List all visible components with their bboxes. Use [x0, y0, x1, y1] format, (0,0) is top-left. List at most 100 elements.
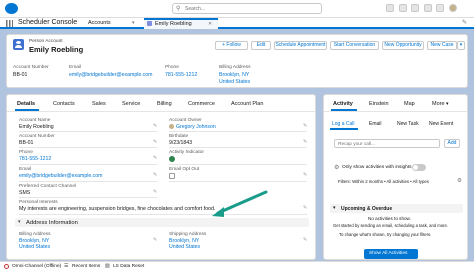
field-divider — [169, 131, 307, 132]
nav-tab-accounts[interactable]: Accounts — [88, 20, 111, 26]
upcoming-label: Upcoming & Overdue — [341, 205, 393, 212]
subtab-log-a-call[interactable]: Log a Call — [332, 121, 355, 127]
insights-toggle[interactable] — [412, 164, 426, 171]
highlight-account-number-label: Account Number — [13, 65, 49, 70]
chevron-down-icon: ▾ — [333, 205, 336, 211]
ls-data-reset-item[interactable]: LS Data Reset — [113, 264, 144, 269]
start-conversation-button[interactable]: Start Conversation — [330, 41, 379, 50]
edit-pencil-icon[interactable]: ✎ — [153, 238, 158, 243]
phone-label: Phone — [19, 150, 33, 155]
field-divider — [169, 147, 307, 148]
ls-data-reset-icon: ▧ — [105, 263, 110, 269]
tab-billing[interactable]: Billing — [157, 101, 172, 107]
edit-pencil-icon[interactable]: ✎ — [153, 190, 158, 195]
filter-gear-icon[interactable]: ⚙ — [457, 178, 462, 184]
edit-pencil-icon[interactable]: ✎ — [153, 156, 158, 161]
edit-pencil-icon[interactable]: ✎ — [303, 173, 308, 178]
edit-button[interactable]: Edit — [251, 41, 271, 50]
birthdate-label: Birthdate — [169, 134, 189, 139]
notifications-bell-icon[interactable] — [436, 4, 445, 12]
global-search-input[interactable]: ⚲ Search... — [172, 3, 322, 14]
pencil-icon[interactable]: ✎ — [462, 19, 467, 26]
settings-gear-icon[interactable]: ⚙ — [334, 164, 339, 171]
tab-sales[interactable]: Sales — [92, 101, 106, 107]
close-tab-icon[interactable]: ✕ — [208, 21, 212, 27]
account-name-label: Account Name — [19, 118, 51, 123]
shipping-address-line2[interactable]: United States — [169, 244, 200, 250]
field-divider — [19, 147, 157, 148]
app-launcher-icon[interactable] — [6, 20, 13, 27]
app-name: Scheduler Console — [18, 19, 78, 26]
show-all-activities-button[interactable]: Show All Activities — [364, 249, 418, 259]
highlight-email-link[interactable]: emily@bridgebuilder@example.com — [69, 72, 152, 78]
highlight-billing-line1[interactable]: Brooklyn, NY — [219, 72, 249, 78]
subtab-email[interactable]: Email — [369, 121, 382, 127]
follow-button[interactable]: + Follow — [215, 41, 248, 50]
schedule-appointment-button[interactable]: Schedule Appointment — [274, 41, 327, 50]
omni-channel-item[interactable]: Omni-Channel (Offline) — [12, 264, 61, 269]
tab-commerce[interactable]: Commerce — [188, 101, 215, 107]
field-divider — [19, 164, 157, 165]
new-opportunity-button[interactable]: New Opportunity — [382, 41, 424, 50]
recap-call-input[interactable]: Recap your call... — [334, 139, 440, 148]
field-divider — [169, 181, 307, 182]
recent-items-icon: ☰ — [64, 263, 69, 269]
tab-divider — [324, 111, 467, 112]
favorites-icon[interactable] — [386, 4, 394, 12]
tab-details[interactable]: Details — [17, 101, 35, 107]
utility-bar: Omni-Channel (Offline) ☰ Recent Items ▧ … — [0, 261, 474, 271]
tab-service[interactable]: Service — [122, 101, 140, 107]
insights-toggle-label: Only show activities with insights — [342, 165, 412, 170]
help-icon[interactable] — [411, 4, 420, 12]
nav-tab-emily-roebling[interactable]: Emily Roebling ✕ — [144, 18, 218, 29]
account-number-value: BB-01 — [19, 140, 34, 146]
account-owner-label: Account Owner — [169, 118, 202, 123]
edit-pencil-icon[interactable]: ✎ — [303, 140, 308, 145]
highlight-billing-line2[interactable]: United States — [219, 79, 250, 85]
tab-more[interactable]: More — [432, 101, 445, 107]
birthdate-value: 9/23/1843 — [169, 140, 193, 146]
add-button[interactable]: Add — [444, 139, 460, 148]
record-title: Emily Roebling — [29, 45, 84, 54]
add-icon[interactable] — [398, 4, 407, 12]
edit-pencil-icon[interactable]: ✎ — [303, 238, 308, 243]
subtab-new-event[interactable]: New Event — [429, 121, 453, 127]
recent-items-item[interactable]: Recent Items — [72, 264, 100, 269]
email-link[interactable]: emily@bridgebuilder@example.com — [19, 173, 102, 179]
email-opt-out-checkbox[interactable] — [169, 173, 175, 179]
edit-pencil-icon[interactable]: ✎ — [153, 140, 158, 145]
highlight-billing-label: Billing Address — [219, 65, 251, 70]
show-all-label: Show All Activities — [369, 251, 408, 256]
tab-contacts[interactable]: Contacts — [53, 101, 75, 107]
edit-pencil-icon[interactable]: ✎ — [303, 124, 308, 129]
new-case-button[interactable]: New Case — [427, 41, 457, 50]
user-avatar-icon[interactable] — [448, 4, 457, 12]
phone-link[interactable]: 781-555-1212 — [19, 156, 51, 162]
upcoming-section-header[interactable]: ▾ Upcoming & Overdue — [330, 204, 463, 213]
details-card: Details Contacts Sales Service Billing C… — [6, 94, 316, 260]
tab-account-plan[interactable]: Account Plan — [231, 101, 263, 107]
chevron-down-icon[interactable]: ▾ — [132, 20, 135, 26]
nav-tab-label: Emily Roebling — [155, 21, 192, 27]
setup-gear-icon[interactable] — [423, 4, 432, 12]
edit-pencil-icon[interactable]: ✎ — [153, 124, 158, 129]
chevron-down-icon[interactable]: ▾ — [446, 101, 449, 107]
highlight-phone-label: Phone — [165, 65, 179, 70]
account-owner-link[interactable]: Gregory Johnson — [176, 124, 216, 130]
more-actions-chevron-icon[interactable]: ▾ — [457, 41, 465, 50]
highlight-phone-link[interactable]: 781-555-1212 — [165, 72, 197, 78]
billing-address-line2[interactable]: United States — [19, 244, 50, 250]
no-activities-text: No activities to show. — [368, 216, 411, 221]
email-opt-out-label: Email Opt Out — [169, 167, 200, 172]
header-icons — [386, 4, 457, 14]
search-icon: ⚲ — [176, 6, 181, 12]
field-divider — [19, 131, 157, 132]
tab-map[interactable]: Map — [404, 101, 415, 107]
edit-pencil-icon[interactable]: ✎ — [153, 173, 158, 178]
app-logo-icon — [5, 3, 18, 14]
activity-indicator-icon — [169, 156, 175, 162]
subtab-new-task[interactable]: New Task — [397, 121, 419, 127]
tab-activity[interactable]: Activity — [333, 101, 353, 107]
edit-pencil-icon[interactable]: ✎ — [303, 206, 308, 211]
tab-einstein[interactable]: Einstein — [369, 101, 389, 107]
